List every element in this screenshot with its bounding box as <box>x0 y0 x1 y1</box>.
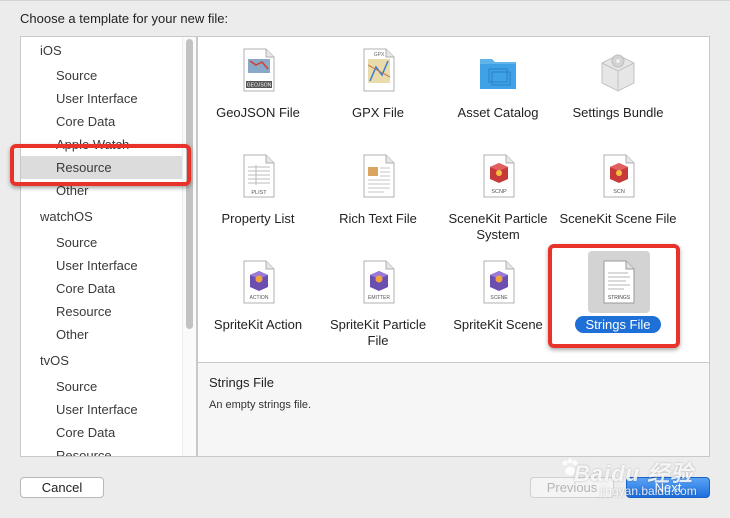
template-label: GeoJSON File <box>216 105 300 120</box>
template-label: GPX File <box>351 105 404 120</box>
sidebar-scrollbar[interactable] <box>182 37 196 456</box>
template-description-panel: Strings File An empty strings file. <box>197 363 710 457</box>
template-strings-file[interactable]: STRINGS Strings File <box>558 249 678 353</box>
settings-bundle-icon <box>601 54 635 92</box>
scenekit-icon: SCN <box>603 154 635 198</box>
sidebar-item-ios-user-interface[interactable]: User Interface <box>21 87 184 110</box>
gpx-icon: GPX <box>363 48 395 92</box>
sidebar-item-tvos-source[interactable]: Source <box>21 375 184 398</box>
strings-icon: STRINGS <box>603 260 635 304</box>
folder-icon <box>480 59 516 89</box>
sidebar-item-watchos[interactable]: watchOS <box>21 205 184 228</box>
plist-icon: PLIST <box>243 154 275 198</box>
sidebar-item-ios-resource[interactable]: Resource <box>21 156 184 179</box>
template-scenekit-scene-file[interactable]: SCN SceneKit Scene File <box>558 143 678 247</box>
paw-icon <box>562 458 578 476</box>
template-label: SpriteKit Scene <box>453 317 543 332</box>
next-button[interactable]: Next <box>626 477 710 498</box>
template-label: SceneKit Scene File <box>559 211 677 226</box>
top-rule <box>0 0 730 1</box>
svg-text:STRINGS: STRINGS <box>608 295 631 301</box>
template-asset-catalog[interactable]: Asset Catalog <box>438 37 558 141</box>
template-property-list[interactable]: PLIST Property List <box>198 143 318 247</box>
svg-text:SCN: SCN <box>613 189 625 195</box>
template-grid: GEOJSON GeoJSON File GPX GPX File Asset … <box>197 36 710 363</box>
sidebar-item-ios-other[interactable]: Other <box>21 179 184 202</box>
spritekit-icon: EMITTER <box>363 260 395 304</box>
rich-text-icon <box>363 154 395 198</box>
scenekit-icon: SCNP <box>483 154 515 198</box>
geojson-icon: GEOJSON <box>243 48 275 92</box>
spritekit-icon: SCENE <box>483 260 515 304</box>
sidebar-item-watchos-source[interactable]: Source <box>21 231 184 254</box>
svg-text:EMITTER: EMITTER <box>368 295 390 301</box>
svg-text:GPX: GPX <box>374 52 385 58</box>
template-spritekit-scene[interactable]: SCENE SpriteKit Scene <box>438 249 558 353</box>
sidebar-scrollbar-thumb[interactable] <box>186 39 193 329</box>
template-label-text: Strings File <box>575 316 661 333</box>
sidebar-item-watchos-other[interactable]: Other <box>21 323 184 346</box>
template-label: SpriteKit Action <box>213 317 303 332</box>
template-spritekit-particle-file[interactable]: EMITTER SpriteKit Particle File <box>318 249 438 353</box>
cancel-button[interactable]: Cancel <box>20 477 104 498</box>
previous-button[interactable]: Previous <box>530 477 614 498</box>
sidebar-item-tvos-user-interface[interactable]: User Interface <box>21 398 184 421</box>
template-geojson-file[interactable]: GEOJSON GeoJSON File <box>198 37 318 141</box>
sidebar-item-tvos-core-data[interactable]: Core Data <box>21 421 184 444</box>
sidebar-item-tvos[interactable]: tvOS <box>21 349 184 372</box>
template-rich-text-file[interactable]: Rich Text File <box>318 143 438 247</box>
template-label: Strings File <box>558 316 678 333</box>
template-category-sidebar[interactable]: iOS Source User Interface Core Data Appl… <box>20 36 197 457</box>
description-title: Strings File <box>209 375 275 390</box>
template-label: Property List <box>221 211 295 226</box>
sidebar-item-watchos-core-data[interactable]: Core Data <box>21 277 184 300</box>
dialog-title: Choose a template for your new file: <box>20 11 229 26</box>
sidebar-item-ios-source[interactable]: Source <box>21 64 184 87</box>
sidebar-item-ios-apple-watch[interactable]: Apple Watch <box>21 133 184 156</box>
template-label: Settings Bundle <box>572 105 664 120</box>
sidebar-item-ios-core-data[interactable]: Core Data <box>21 110 184 133</box>
sidebar-item-watchos-user-interface[interactable]: User Interface <box>21 254 184 277</box>
template-label: Rich Text File <box>339 211 417 226</box>
sidebar-item-ios[interactable]: iOS <box>21 39 184 62</box>
svg-text:GEOJSON: GEOJSON <box>247 83 272 89</box>
template-scenekit-particle-system[interactable]: SCNP SceneKit Particle System <box>438 143 558 247</box>
svg-text:SCENE: SCENE <box>490 295 508 301</box>
sidebar-item-tvos-resource[interactable]: Resource <box>21 444 184 456</box>
spritekit-icon: ACTION <box>243 260 275 304</box>
sidebar-item-watchos-resource[interactable]: Resource <box>21 300 184 323</box>
template-label: Asset Catalog <box>457 105 539 120</box>
template-settings-bundle[interactable]: Settings Bundle <box>558 37 678 141</box>
svg-text:PLIST: PLIST <box>251 190 267 196</box>
template-gpx-file[interactable]: GPX GPX File <box>318 37 438 141</box>
svg-text:SCNP: SCNP <box>491 189 507 195</box>
template-label: SceneKit Particle System <box>448 211 548 242</box>
svg-text:ACTION: ACTION <box>250 295 269 301</box>
template-label: SpriteKit Particle File <box>329 317 427 348</box>
template-spritekit-action[interactable]: ACTION SpriteKit Action <box>198 249 318 353</box>
description-text: An empty strings file. <box>209 399 312 411</box>
